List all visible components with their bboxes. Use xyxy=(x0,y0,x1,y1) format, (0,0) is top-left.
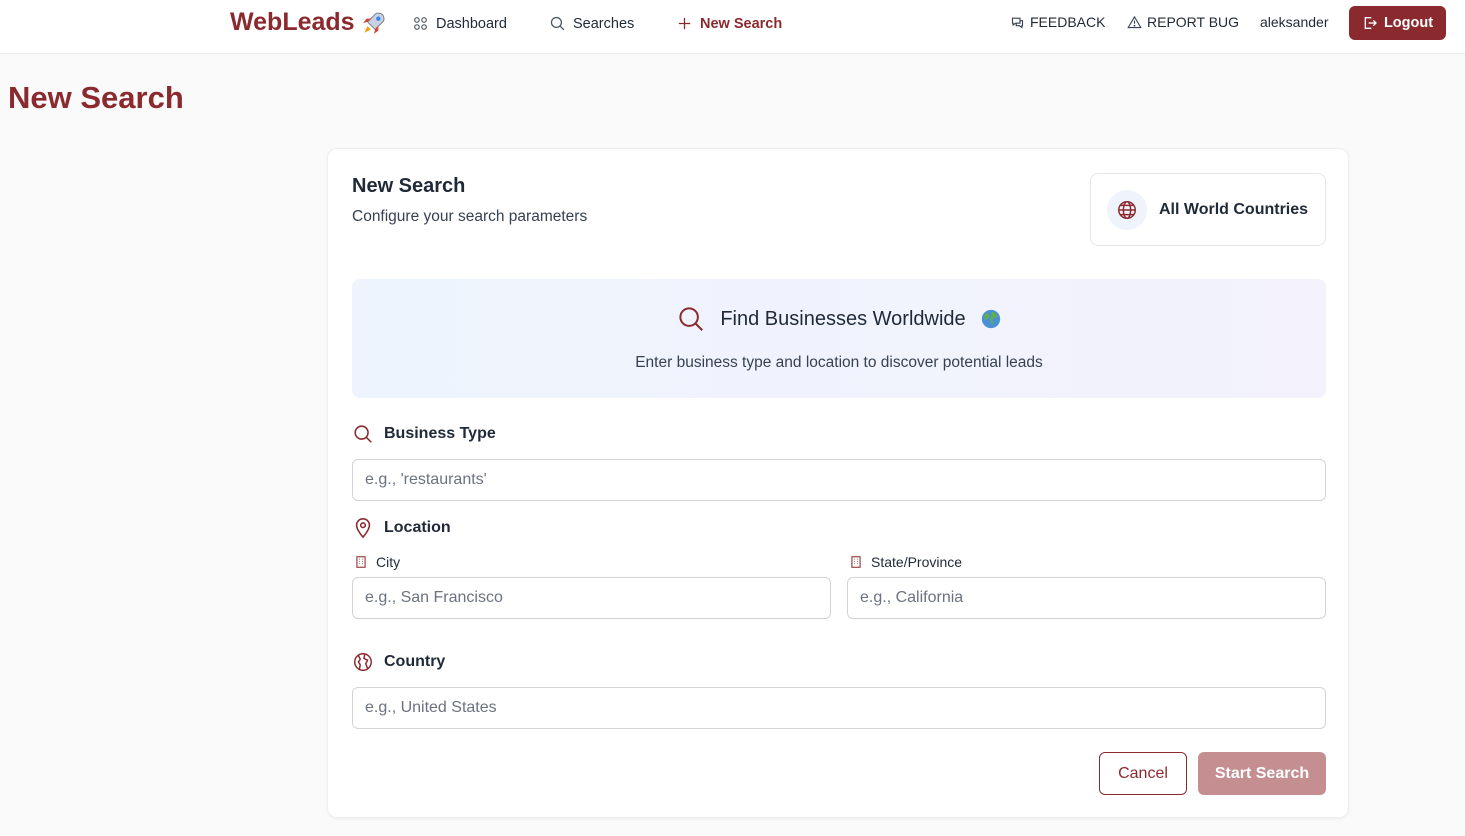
building-icon xyxy=(356,556,366,568)
plus-icon xyxy=(678,17,691,30)
search-icon xyxy=(550,16,565,31)
username: aleksander xyxy=(1260,14,1329,30)
card-title: New Search xyxy=(352,175,466,197)
rocket-icon xyxy=(362,12,384,34)
cancel-button[interactable]: Cancel xyxy=(1099,752,1187,795)
nav-dashboard-label: Dashboard xyxy=(436,15,507,32)
nav-searches-label: Searches xyxy=(573,15,635,32)
business-type-input[interactable] xyxy=(352,459,1326,501)
state-label: State/Province xyxy=(849,554,962,570)
nav-new-search-label: New Search xyxy=(700,15,783,32)
search-icon xyxy=(354,425,372,443)
country-input[interactable] xyxy=(352,687,1326,729)
brand-name[interactable]: WebLeads xyxy=(230,8,355,37)
building-icon xyxy=(851,556,861,568)
business-type-label-text: Business Type xyxy=(384,425,496,442)
message-icon xyxy=(1011,17,1024,29)
all-world-countries-badge[interactable]: All World Countries xyxy=(1090,173,1326,246)
logout-button[interactable]: Logout xyxy=(1349,6,1446,40)
top-navbar: WebLeads Dashboard Searches New Search F… xyxy=(0,0,1465,54)
info-banner: Find Businesses Worldwide Enter business… xyxy=(352,279,1326,398)
globe-icon xyxy=(1118,200,1136,219)
page-title: New Search xyxy=(8,80,184,115)
city-label: City xyxy=(354,554,400,570)
nav-new-search[interactable]: New Search xyxy=(676,15,782,32)
city-input[interactable] xyxy=(352,577,831,619)
location-label-text: Location xyxy=(384,519,451,536)
city-label-text: City xyxy=(376,554,401,570)
country-label: Country xyxy=(352,651,445,673)
logout-icon xyxy=(1364,17,1377,29)
grid-icon xyxy=(414,17,427,30)
earth-icon xyxy=(981,309,1000,329)
business-type-label: Business Type xyxy=(352,423,496,445)
feedback-link[interactable]: FEEDBACK xyxy=(1010,14,1105,30)
logout-label: Logout xyxy=(1383,15,1434,31)
report-bug-label: REPORT BUG xyxy=(1147,14,1240,30)
brand-logo[interactable]: WebLeads xyxy=(230,8,387,37)
banner-title-text: Find Businesses Worldwide xyxy=(720,307,966,330)
banner-title: Find Businesses Worldwide xyxy=(352,304,1326,334)
feedback-label: FEEDBACK xyxy=(1030,14,1106,30)
card-subtitle: Configure your search parameters xyxy=(352,208,588,225)
search-icon xyxy=(679,307,704,331)
state-input[interactable] xyxy=(847,577,1326,619)
earth-outline-icon xyxy=(354,653,372,671)
nav-searches[interactable]: Searches xyxy=(549,15,634,32)
nav-dashboard[interactable]: Dashboard xyxy=(412,15,507,32)
map-pin-icon xyxy=(355,518,371,539)
globe-badge xyxy=(1107,189,1147,230)
start-search-button[interactable]: Start Search xyxy=(1198,752,1326,795)
state-label-text: State/Province xyxy=(871,554,963,570)
report-bug-link[interactable]: REPORT BUG xyxy=(1127,14,1239,30)
warning-icon xyxy=(1127,15,1142,28)
countries-label: All World Countries xyxy=(1159,200,1309,218)
country-label-text: Country xyxy=(384,653,446,670)
banner-subtitle: Enter business type and location to disc… xyxy=(635,354,1043,371)
new-search-card: New Search Configure your search paramet… xyxy=(327,148,1349,818)
location-label: Location xyxy=(352,517,451,539)
